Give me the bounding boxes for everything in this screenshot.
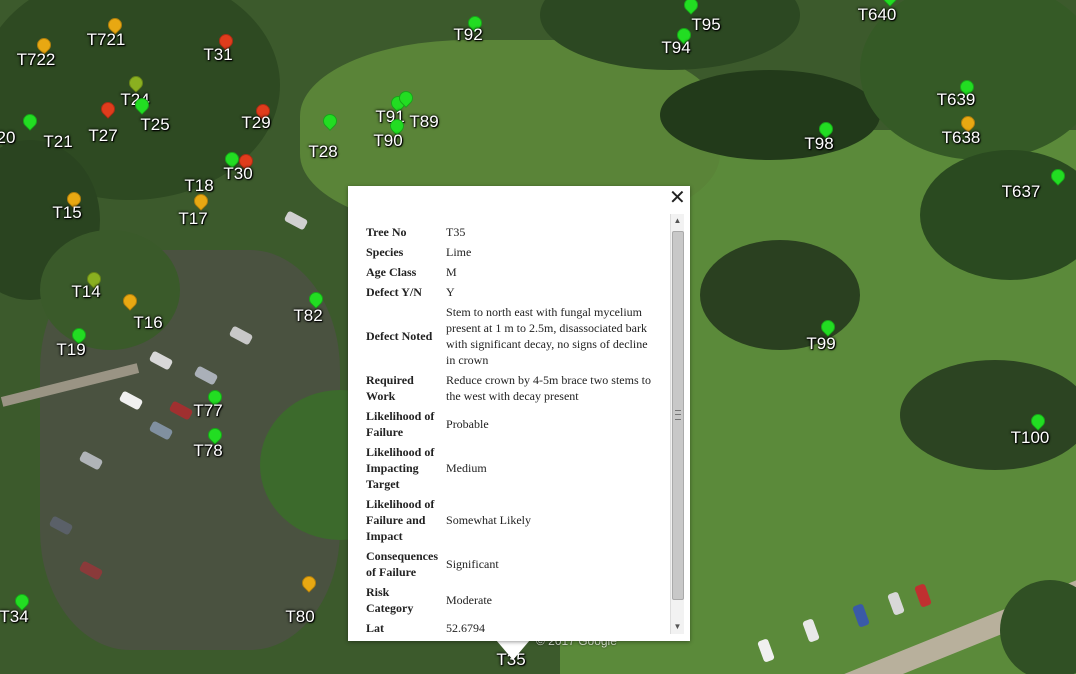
tree-info-key: Consequences of Failure [366,549,439,579]
tree-marker-label[interactable]: T18 [184,177,213,195]
tree-info-value: Reduce crown by 4-5m brace two stems to … [446,373,651,403]
tree-info-key: Species [366,245,404,259]
tree-marker-label[interactable]: T21 [43,133,72,151]
tree-info-row: Lat 52.6794 [362,618,662,632]
tree-marker-label[interactable]: T27 [88,127,117,145]
tree-info-value: Stem to north east with fungal mycelium … [446,305,648,367]
tree-info-row: Risk Category Moderate [362,582,662,618]
tree-canopy [700,240,860,350]
tree-info-key: Required Work [366,373,414,403]
tree-info-value: Medium [446,461,487,475]
tree-marker-label[interactable]: T78 [193,442,222,460]
tree-marker-label[interactable]: T99 [806,335,835,353]
tree-info-key: Likelihood of Impacting Target [366,445,435,491]
tree-info-row: Defect Y/N Y [362,282,662,302]
tree-info-value: Y [446,285,455,299]
tree-info-key: Age Class [366,265,417,279]
scroll-grip-icon [675,410,681,420]
tree-info-key: Likelihood of Failure and Impact [366,497,435,543]
tree-marker-label[interactable]: T30 [223,165,252,183]
tree-info-table: Tree No T35 Species Lime Age Class M Defect Y/… [362,222,662,632]
tree-marker-label[interactable]: T721 [87,31,126,49]
tree-info-row: Likelihood of Impacting Target Medium [362,442,662,494]
tree-marker-label[interactable]: T98 [804,135,833,153]
tree-info-key: Tree No [366,225,407,239]
tree-marker-label[interactable]: T639 [937,91,976,109]
tree-marker-label[interactable]: T82 [293,307,322,325]
tree-marker-label[interactable]: T94 [661,39,690,57]
tree-marker-label[interactable]: T28 [308,143,337,161]
tree-marker-label[interactable]: T34 [0,608,29,626]
tree-info-row: Consequences of Failure Significant [362,546,662,582]
tree-marker-label[interactable]: T77 [193,402,222,420]
tree-info-key: Defect Y/N [366,285,422,299]
tree-marker-label[interactable]: T95 [691,16,720,34]
tree-marker-label[interactable]: 20 [0,129,15,147]
tree-marker-label[interactable]: T16 [133,314,162,332]
tree-marker-label[interactable]: T722 [17,51,56,69]
tree-info-row: Required Work Reduce crown by 4-5m brace … [362,370,662,406]
tree-info-row: Age Class M [362,262,662,282]
tree-marker-label[interactable]: T29 [241,114,270,132]
tree-info-value: M [446,265,457,279]
tree-marker-label[interactable]: T80 [285,608,314,626]
tree-info-value: Lime [446,245,472,259]
tree-info-row: Likelihood of Failure Probable [362,406,662,442]
tree-info-row: Defect Noted Stem to north east with fung… [362,302,662,370]
tree-marker-label[interactable]: T100 [1011,429,1050,447]
parked-car [283,210,309,231]
tree-info-key: Likelihood of Failure [366,409,435,439]
tree-marker-label[interactable]: T92 [453,26,482,44]
popup-pointer [496,640,530,660]
tree-info-content: Tree No T35 Species Lime Age Class M Defect Y/… [362,222,662,632]
tree-info-row: Likelihood of Failure and Impact Somewhat… [362,494,662,546]
tree-marker-label[interactable]: T637 [1002,183,1041,201]
tree-info-value: Significant [446,557,499,571]
tree-canopy [40,230,180,350]
close-icon[interactable]: ✕ [669,188,686,208]
tree-info-row: Species Lime [362,242,662,262]
tree-info-key: Defect Noted [366,329,433,343]
tree-marker-label[interactable]: T19 [56,341,85,359]
tree-info-row: Tree No T35 [362,222,662,242]
tree-info-popup: ✕ Tree No T35 Species Lime Age Class M Defect … [348,186,690,641]
tree-marker-label[interactable]: T14 [71,283,100,301]
tree-marker-label[interactable]: T25 [140,116,169,134]
tree-marker-label[interactable]: T90 [373,132,402,150]
tree-info-value: 52.6794 [446,621,486,632]
popup-scrollbar[interactable]: ▲ ▼ [670,214,684,634]
tree-info-key: Lat [366,621,384,632]
tree-info-value: Somewhat Likely [446,513,531,527]
tree-marker-label[interactable]: T89 [409,113,438,131]
scroll-down-icon[interactable]: ▼ [671,620,684,634]
tree-info-key: Risk Category [366,585,414,615]
tree-info-value: T35 [446,225,466,239]
scroll-thumb[interactable] [672,231,684,600]
tree-canopy [900,360,1076,470]
tree-canopy [660,70,880,160]
tree-info-value: Moderate [446,593,492,607]
tree-marker-label[interactable]: T15 [52,204,81,222]
tree-marker-label[interactable]: T638 [942,129,981,147]
tree-info-value: Probable [446,417,489,431]
tree-marker-label[interactable]: T640 [858,6,897,24]
tree-marker-label[interactable]: T31 [203,46,232,64]
tree-marker-label[interactable]: T17 [178,210,207,228]
scroll-up-icon[interactable]: ▲ [671,214,684,228]
